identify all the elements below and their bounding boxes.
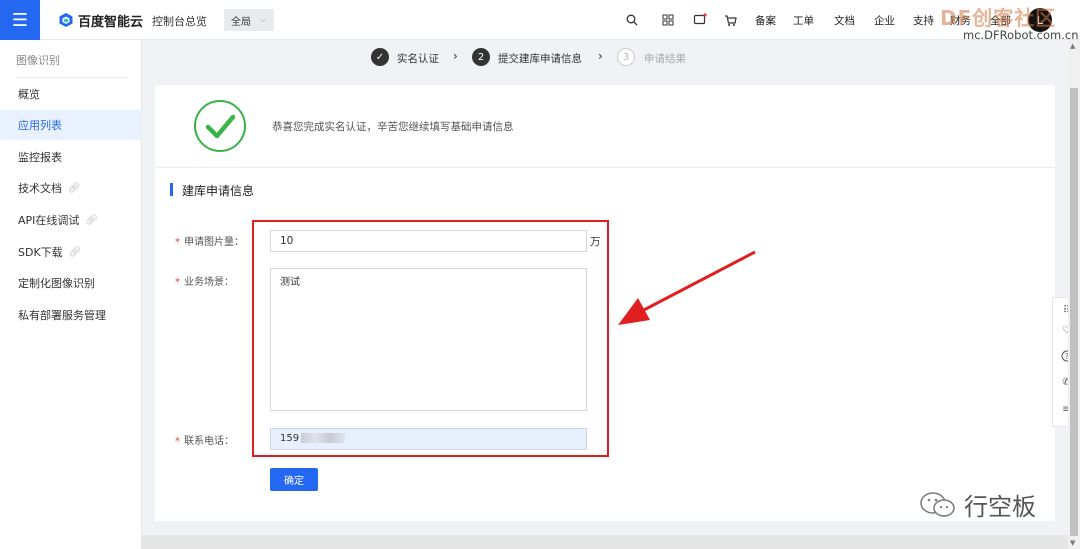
sidebar-item-overview[interactable]: 概览: [0, 79, 142, 109]
nav-link-filing[interactable]: 备案: [755, 13, 776, 28]
step-2-label: 提交建库申请信息: [498, 53, 582, 65]
sidebar-item-api-debug[interactable]: API在线调试 🔗︎: [0, 205, 142, 235]
top-nav-bar: ☰ 百度智能云 控制台总览 全局 ⌵ 备案 工单 文档 企业 支持 财务 全部 …: [0, 0, 1080, 42]
confirm-button[interactable]: 确定: [270, 468, 318, 491]
sidebar-item-label: API在线调试: [18, 214, 80, 227]
step-3-label: 申请结果: [644, 53, 686, 65]
required-mark: *: [175, 237, 180, 248]
wechat-logo-icon: [920, 491, 955, 517]
sidebar-item-label: 应用列表: [18, 119, 62, 132]
required-mark: *: [175, 436, 180, 447]
external-link-icon: 🔗︎: [85, 214, 99, 226]
sidebar-item-label: 监控报表: [18, 151, 62, 164]
annotation-arrow-icon: [618, 250, 756, 325]
step-3-number: 3: [617, 48, 635, 66]
divider: [155, 167, 1055, 168]
nav-link-support[interactable]: 支持: [913, 13, 934, 28]
brand-name: 百度智能云: [78, 14, 144, 30]
scenario-label: * 业务场景：: [175, 277, 234, 288]
step-1-check-icon: ✓: [371, 48, 389, 66]
section-title: 建库申请信息: [182, 184, 255, 198]
step-2-number: 2: [472, 48, 490, 66]
image-count-label: * 申请图片量：: [175, 237, 244, 248]
sidebar: 图像识别 概览 应用列表 监控报表 技术文档 🔗︎ API在线调试 🔗︎ SDK…: [0, 40, 142, 549]
sidebar-divider: [16, 77, 126, 78]
success-message: 恭喜您完成实名认证，辛苦您继续填写基础申请信息: [272, 121, 514, 133]
chevron-right-icon: ›: [453, 49, 458, 63]
success-check-icon: [194, 100, 246, 152]
section-accent-bar: [170, 183, 173, 196]
scroll-down-icon[interactable]: ▼: [1070, 539, 1075, 547]
scroll-up-icon[interactable]: ▲: [1070, 42, 1075, 50]
nav-link-docs[interactable]: 文档: [834, 13, 855, 28]
sidebar-item-custom-recognition[interactable]: 定制化图像识别: [0, 268, 142, 298]
scrollbar-thumb[interactable]: [1070, 88, 1078, 536]
sidebar-item-label: 私有部署服务管理: [18, 309, 106, 322]
sidebar-item-monitoring[interactable]: 监控报表: [0, 142, 142, 172]
sidebar-item-private-deploy[interactable]: 私有部署服务管理: [0, 300, 142, 330]
sidebar-title: 图像识别: [16, 54, 60, 67]
sidebar-item-app-list[interactable]: 应用列表: [0, 110, 142, 140]
region-value: 全局: [231, 16, 251, 28]
sidebar-item-sdk-download[interactable]: SDK下载 🔗︎: [0, 237, 142, 267]
external-link-icon: 🔗︎: [68, 246, 82, 258]
step-1-label: 实名认证: [397, 53, 439, 65]
brand-logo[interactable]: 百度智能云: [58, 10, 143, 30]
phone-label: * 联系电话：: [175, 436, 234, 447]
message-icon[interactable]: [692, 12, 708, 28]
required-mark: *: [175, 277, 180, 288]
chevron-down-icon: ⌵: [259, 15, 266, 25]
apps-grid-icon[interactable]: [660, 12, 676, 28]
progress-steps: ✓ 实名认证 › 2 提交建库申请信息 › 3 申请结果: [142, 40, 1080, 74]
region-select[interactable]: 全局 ⌵: [224, 9, 274, 31]
sidebar-item-label: 技术文档: [18, 182, 62, 195]
console-overview-link[interactable]: 控制台总览: [152, 13, 207, 29]
horizontal-scrollbar[interactable]: [142, 535, 1068, 549]
search-icon[interactable]: [624, 12, 640, 28]
external-link-icon: 🔗︎: [68, 182, 81, 194]
nav-link-enterprise[interactable]: 企业: [874, 13, 895, 28]
cart-icon[interactable]: [722, 12, 738, 28]
chevron-right-icon: ›: [598, 49, 603, 63]
nav-link-ticket[interactable]: 工单: [793, 13, 814, 28]
menu-icon[interactable]: ☰: [0, 0, 40, 40]
sidebar-item-label: 概览: [18, 88, 40, 101]
cloud-logo-icon: [59, 13, 73, 27]
sidebar-item-tech-docs[interactable]: 技术文档 🔗︎: [0, 173, 142, 203]
watermark-bottom-text: 行空板: [964, 493, 1036, 521]
sidebar-item-label: 定制化图像识别: [18, 277, 95, 290]
watermark-logo: DF创客社区: [940, 6, 1057, 30]
sidebar-item-label: SDK下载: [18, 246, 63, 259]
highlight-box: [252, 220, 609, 457]
watermark-bottom: 行空板: [918, 487, 1036, 522]
